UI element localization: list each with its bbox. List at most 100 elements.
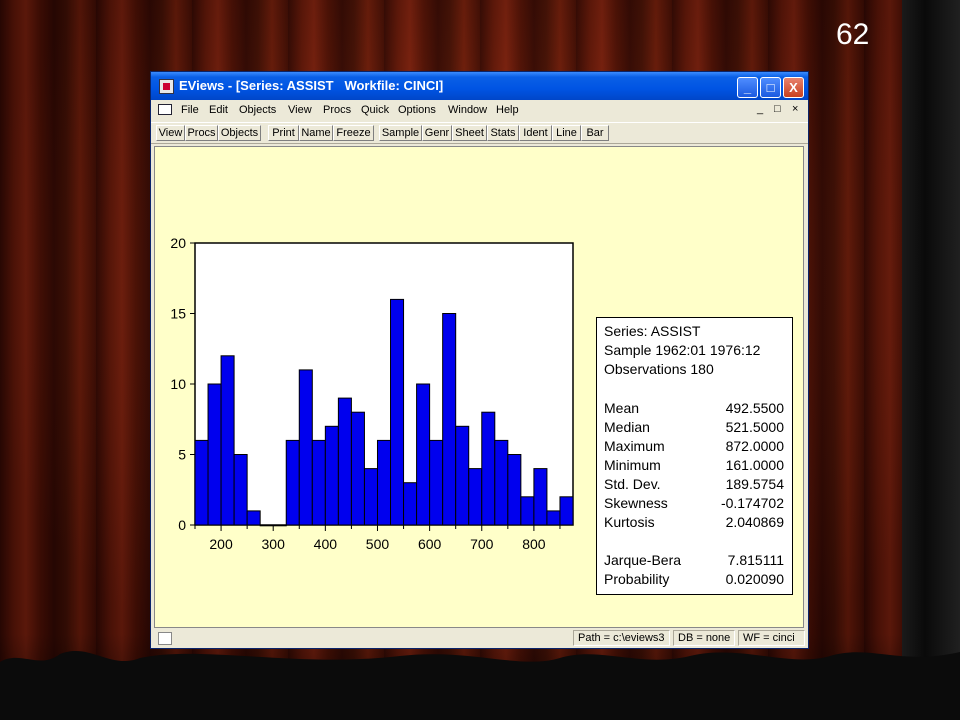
menu-file[interactable]: File — [181, 104, 199, 116]
toolbar-procs-button[interactable]: Procs — [185, 125, 218, 141]
status-db: DB = none — [673, 630, 735, 646]
menu-options[interactable]: Options — [398, 104, 436, 116]
histogram-bar — [468, 468, 483, 526]
curtain-valance — [0, 650, 960, 720]
toolbar-print-button[interactable]: Print — [268, 125, 299, 141]
histogram-bar — [272, 524, 287, 527]
stats-kurtosis-value: 2.040869 — [725, 514, 784, 530]
eviews-window: EViews - [Series: ASSIST Workfile: CINCI… — [150, 71, 809, 649]
toolbar-sample-button[interactable]: Sample — [379, 125, 422, 141]
stats-skewness-value: -0.174702 — [720, 495, 784, 511]
status-bar: Path = c:\eviews3 DB = none WF = cinci — [151, 628, 808, 648]
histogram-bar — [429, 439, 444, 526]
stats-jarque-bera-label: Jarque-Bera — [604, 552, 682, 568]
mdi-restore-button[interactable]: □ — [774, 103, 781, 115]
toolbar-ident-button[interactable]: Ident — [519, 125, 552, 141]
histogram-bar — [246, 510, 261, 526]
toolbar-stats-button[interactable]: Stats — [487, 125, 519, 141]
histogram-bar — [337, 397, 352, 526]
toolbar-view-button[interactable]: View — [156, 125, 185, 141]
histogram-bar — [233, 454, 248, 526]
y-tick-label: 20 — [170, 235, 186, 251]
histogram-bar — [494, 439, 509, 526]
stats-mean-label: Mean — [604, 400, 640, 416]
mdi-minimize-button[interactable]: _ — [757, 103, 763, 115]
menu-edit[interactable]: Edit — [209, 104, 228, 116]
stats-skewness-label: Skewness — [604, 495, 668, 511]
document-icon[interactable] — [158, 104, 172, 115]
toolbar-genr-button[interactable]: Genr — [422, 125, 452, 141]
stats-mean-value: 492.5500 — [725, 400, 784, 416]
maximize-button[interactable]: □ — [760, 77, 781, 98]
menu-window[interactable]: Window — [448, 104, 487, 116]
eviews-app-icon — [159, 79, 174, 94]
stage-pillar — [902, 0, 960, 720]
status-path: Path = c:\eviews3 — [573, 630, 670, 646]
histogram-bar — [350, 411, 365, 526]
stats-maximum-label: Maximum — [604, 438, 665, 454]
histogram-bar — [481, 411, 496, 526]
window-title: EViews - [Series: ASSIST Workfile: CINCI… — [179, 78, 444, 93]
x-tick-label: 700 — [470, 536, 494, 552]
menu-help[interactable]: Help — [496, 104, 519, 116]
histogram-bar — [442, 313, 457, 526]
stats-observations: Observations 180 — [604, 361, 714, 377]
histogram-bar — [403, 482, 418, 526]
close-button[interactable]: X — [783, 77, 804, 98]
toolbar-sheet-button[interactable]: Sheet — [452, 125, 487, 141]
title-bar[interactable]: EViews - [Series: ASSIST Workfile: CINCI… — [151, 72, 808, 100]
stats-stddev-value: 189.5754 — [725, 476, 784, 492]
y-tick-label: 15 — [170, 306, 186, 322]
stats-series-name: Series: ASSIST — [604, 323, 701, 339]
histogram-bar — [455, 425, 470, 526]
stats-minimum-value: 161.0000 — [725, 457, 784, 473]
histogram-bar — [324, 425, 339, 526]
histogram-bar — [507, 454, 522, 526]
x-tick-label: 600 — [418, 536, 442, 552]
toolbar-line-button[interactable]: Line — [552, 125, 581, 141]
stats-kurtosis-label: Kurtosis — [604, 514, 655, 530]
menu-quick[interactable]: Quick — [361, 104, 389, 116]
y-tick-label: 5 — [178, 447, 186, 463]
status-indicator — [158, 632, 172, 645]
mdi-close-button[interactable]: × — [792, 103, 798, 115]
descriptive-stats-box: Series: ASSIST Sample 1962:01 1976:12 Ob… — [596, 317, 793, 595]
histogram-bar — [376, 439, 392, 526]
x-tick-label: 500 — [366, 536, 390, 552]
stats-median-value: 521.5000 — [725, 419, 784, 435]
menu-objects[interactable]: Objects — [239, 104, 276, 116]
toolbar-objects-button[interactable]: Objects — [218, 125, 261, 141]
slide-number: 62 — [836, 18, 870, 51]
y-tick-label: 0 — [178, 517, 186, 533]
menu-view[interactable]: View — [288, 104, 312, 116]
status-workfile: WF = cinci — [738, 630, 805, 646]
toolbar-name-button[interactable]: Name — [299, 125, 333, 141]
histogram-bar — [194, 439, 209, 526]
histogram-bar — [311, 439, 326, 526]
menu-procs[interactable]: Procs — [323, 104, 351, 116]
stats-median-label: Median — [604, 419, 650, 435]
stats-maximum-value: 872.0000 — [725, 438, 784, 454]
stats-jarque-bera-value: 7.815111 — [727, 552, 784, 568]
series-view-pane[interactable]: 0 5 10 15 20 200 300 400 500 600 700 800 Series: AS… — [154, 146, 804, 628]
y-tick-label: 10 — [170, 376, 186, 392]
x-tick-label: 400 — [314, 536, 338, 552]
stats-stddev-label: Std. Dev. — [604, 476, 661, 492]
minimize-button[interactable]: _ — [737, 77, 758, 98]
histogram-bar — [220, 355, 235, 526]
stats-probability-label: Probability — [604, 571, 670, 587]
histogram-bar — [546, 510, 561, 526]
stats-probability-value: 0.020090 — [725, 571, 784, 587]
menu-bar: File Edit Objects View Procs Quick Optio… — [151, 100, 808, 120]
histogram-bar — [285, 439, 300, 526]
x-tick-label: 800 — [522, 536, 546, 552]
histogram-bar — [390, 298, 405, 526]
histogram-bar — [298, 369, 313, 526]
histogram-bar — [363, 468, 378, 526]
histogram-bar — [520, 496, 535, 526]
x-tick-label: 200 — [209, 536, 233, 552]
object-toolbar: View Procs Objects Print Name Freeze Sam… — [151, 122, 808, 144]
stats-sample: Sample 1962:01 1976:12 — [604, 342, 761, 358]
toolbar-bar-button[interactable]: Bar — [581, 125, 609, 141]
toolbar-freeze-button[interactable]: Freeze — [333, 125, 374, 141]
